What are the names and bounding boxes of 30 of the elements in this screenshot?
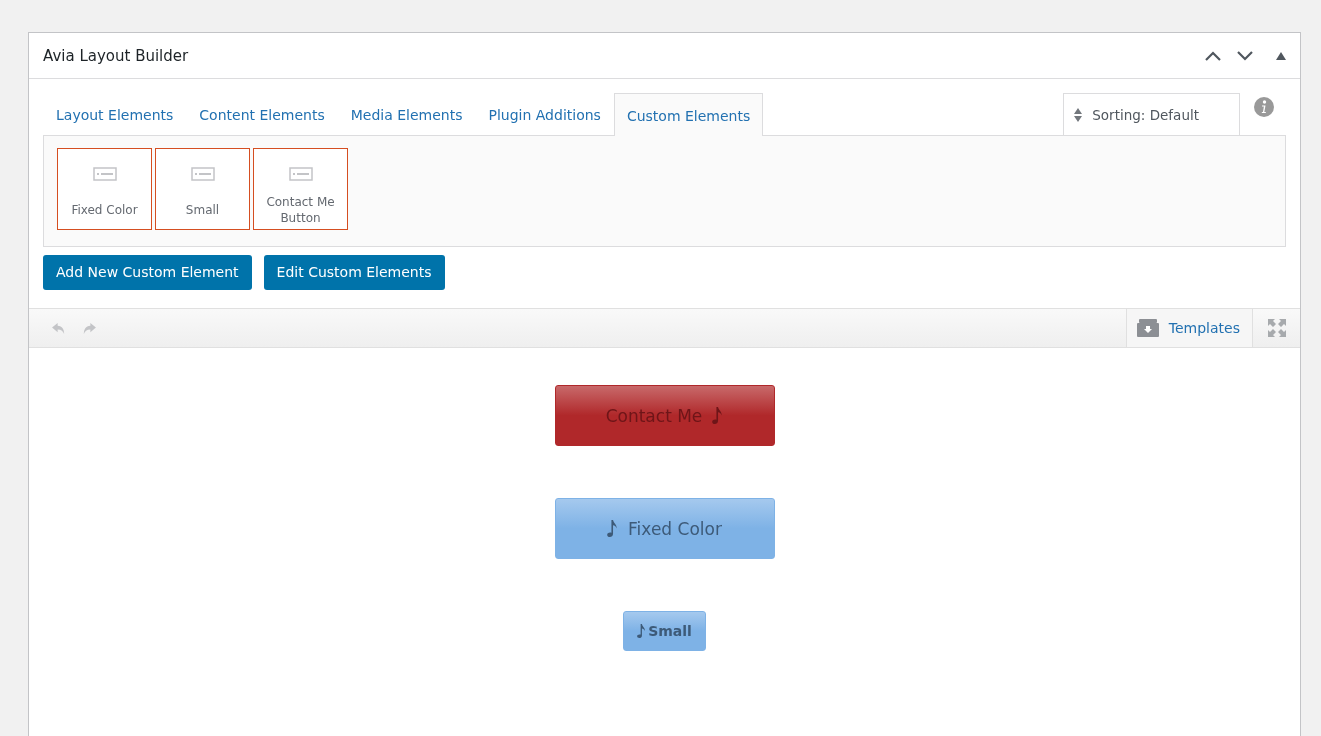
preview-button[interactable]: Small (623, 611, 706, 651)
tab[interactable]: Plugin Additions (475, 93, 614, 135)
music-note-icon (712, 407, 724, 424)
action-button[interactable]: Edit Custom Elements (263, 255, 445, 290)
tab[interactable]: Content Elements (186, 93, 338, 135)
undo-icon[interactable] (52, 321, 67, 335)
fullscreen-icon (1267, 319, 1286, 337)
sorting-dropdown[interactable]: Sorting: Default (1063, 93, 1240, 135)
music-note-icon (607, 520, 619, 537)
button-element-icon (190, 167, 215, 181)
action-button[interactable]: Add New Custom Element (43, 255, 252, 290)
tab[interactable]: Custom Elements (613, 93, 764, 136)
button-element-icon (92, 167, 117, 181)
element-tile[interactable]: Fixed Color (57, 148, 152, 230)
preview-button[interactable]: Fixed Color (554, 498, 775, 559)
collapse-triangle-icon[interactable] (1276, 51, 1286, 60)
element-tile[interactable]: Small (155, 148, 250, 230)
music-note-icon (637, 624, 647, 638)
button-element-icon (288, 167, 313, 181)
info-icon[interactable] (1254, 97, 1274, 117)
panel-title: Avia Layout Builder (43, 46, 189, 65)
chevron-down-icon[interactable] (1236, 49, 1254, 62)
archive-box-icon (1136, 319, 1159, 337)
templates-button[interactable]: Templates (1125, 309, 1252, 347)
tab[interactable]: Media Elements (337, 93, 476, 135)
element-tile[interactable]: Contact Me Button (253, 148, 348, 230)
tab[interactable]: Layout Elements (43, 93, 187, 135)
chevron-up-icon[interactable] (1204, 49, 1222, 62)
redo-icon[interactable] (81, 321, 96, 335)
sort-arrows-icon (1074, 108, 1083, 122)
